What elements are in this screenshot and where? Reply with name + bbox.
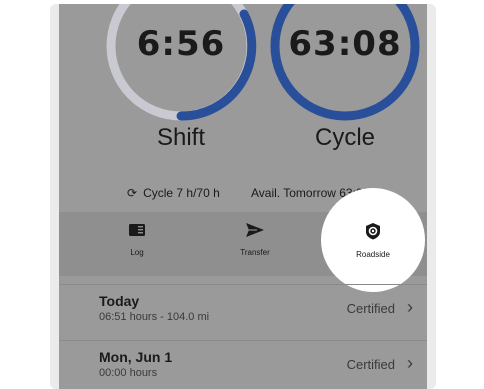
shield-icon xyxy=(366,223,380,240)
app-screen: 6:56 63:08 Shift Cycle ⟳ Cycle 7 h/70 h A… xyxy=(59,4,427,389)
hours-gauges: 6:56 63:08 Shift Cycle xyxy=(59,4,427,169)
phone-frame: 6:56 63:08 Shift Cycle ⟳ Cycle 7 h/70 h A… xyxy=(50,4,436,389)
day-summary: 00:00 hours xyxy=(99,367,158,379)
certified-status: Certified xyxy=(346,357,395,372)
log-label: Log xyxy=(130,248,144,257)
day-title: Mon, Jun 1 xyxy=(99,349,173,365)
day-row-jun1[interactable]: Mon, Jun 1 00:00 hours Certified › xyxy=(59,340,427,389)
send-icon xyxy=(246,223,264,237)
shift-label: Shift xyxy=(156,124,206,151)
cycle-label: Cycle xyxy=(314,124,375,151)
chevron-right-icon: › xyxy=(407,297,413,317)
transfer-label: Transfer xyxy=(240,248,270,257)
refresh-icon: ⟳ xyxy=(127,186,138,200)
certified-status: Certified xyxy=(346,301,395,316)
cycle-info: ⟳ Cycle 7 h/70 h xyxy=(127,186,220,200)
day-title: Today xyxy=(99,293,140,309)
day-summary: 06:51 hours - 104.0 mi xyxy=(99,311,210,323)
log-button[interactable]: Log xyxy=(97,222,177,257)
roadside-label: Roadside xyxy=(356,250,390,259)
cycle-value: 63:08 xyxy=(288,24,402,64)
day-row-today[interactable]: Today 06:51 hours - 104.0 mi Certified › xyxy=(59,284,427,337)
log-icon xyxy=(129,224,145,236)
shift-value: 6:56 xyxy=(136,24,226,64)
cycle-info-text: Cycle 7 h/70 h xyxy=(143,186,220,200)
transfer-button[interactable]: Transfer xyxy=(215,222,295,257)
chevron-right-icon: › xyxy=(407,353,413,373)
roadside-button[interactable]: Roadside xyxy=(333,222,413,259)
